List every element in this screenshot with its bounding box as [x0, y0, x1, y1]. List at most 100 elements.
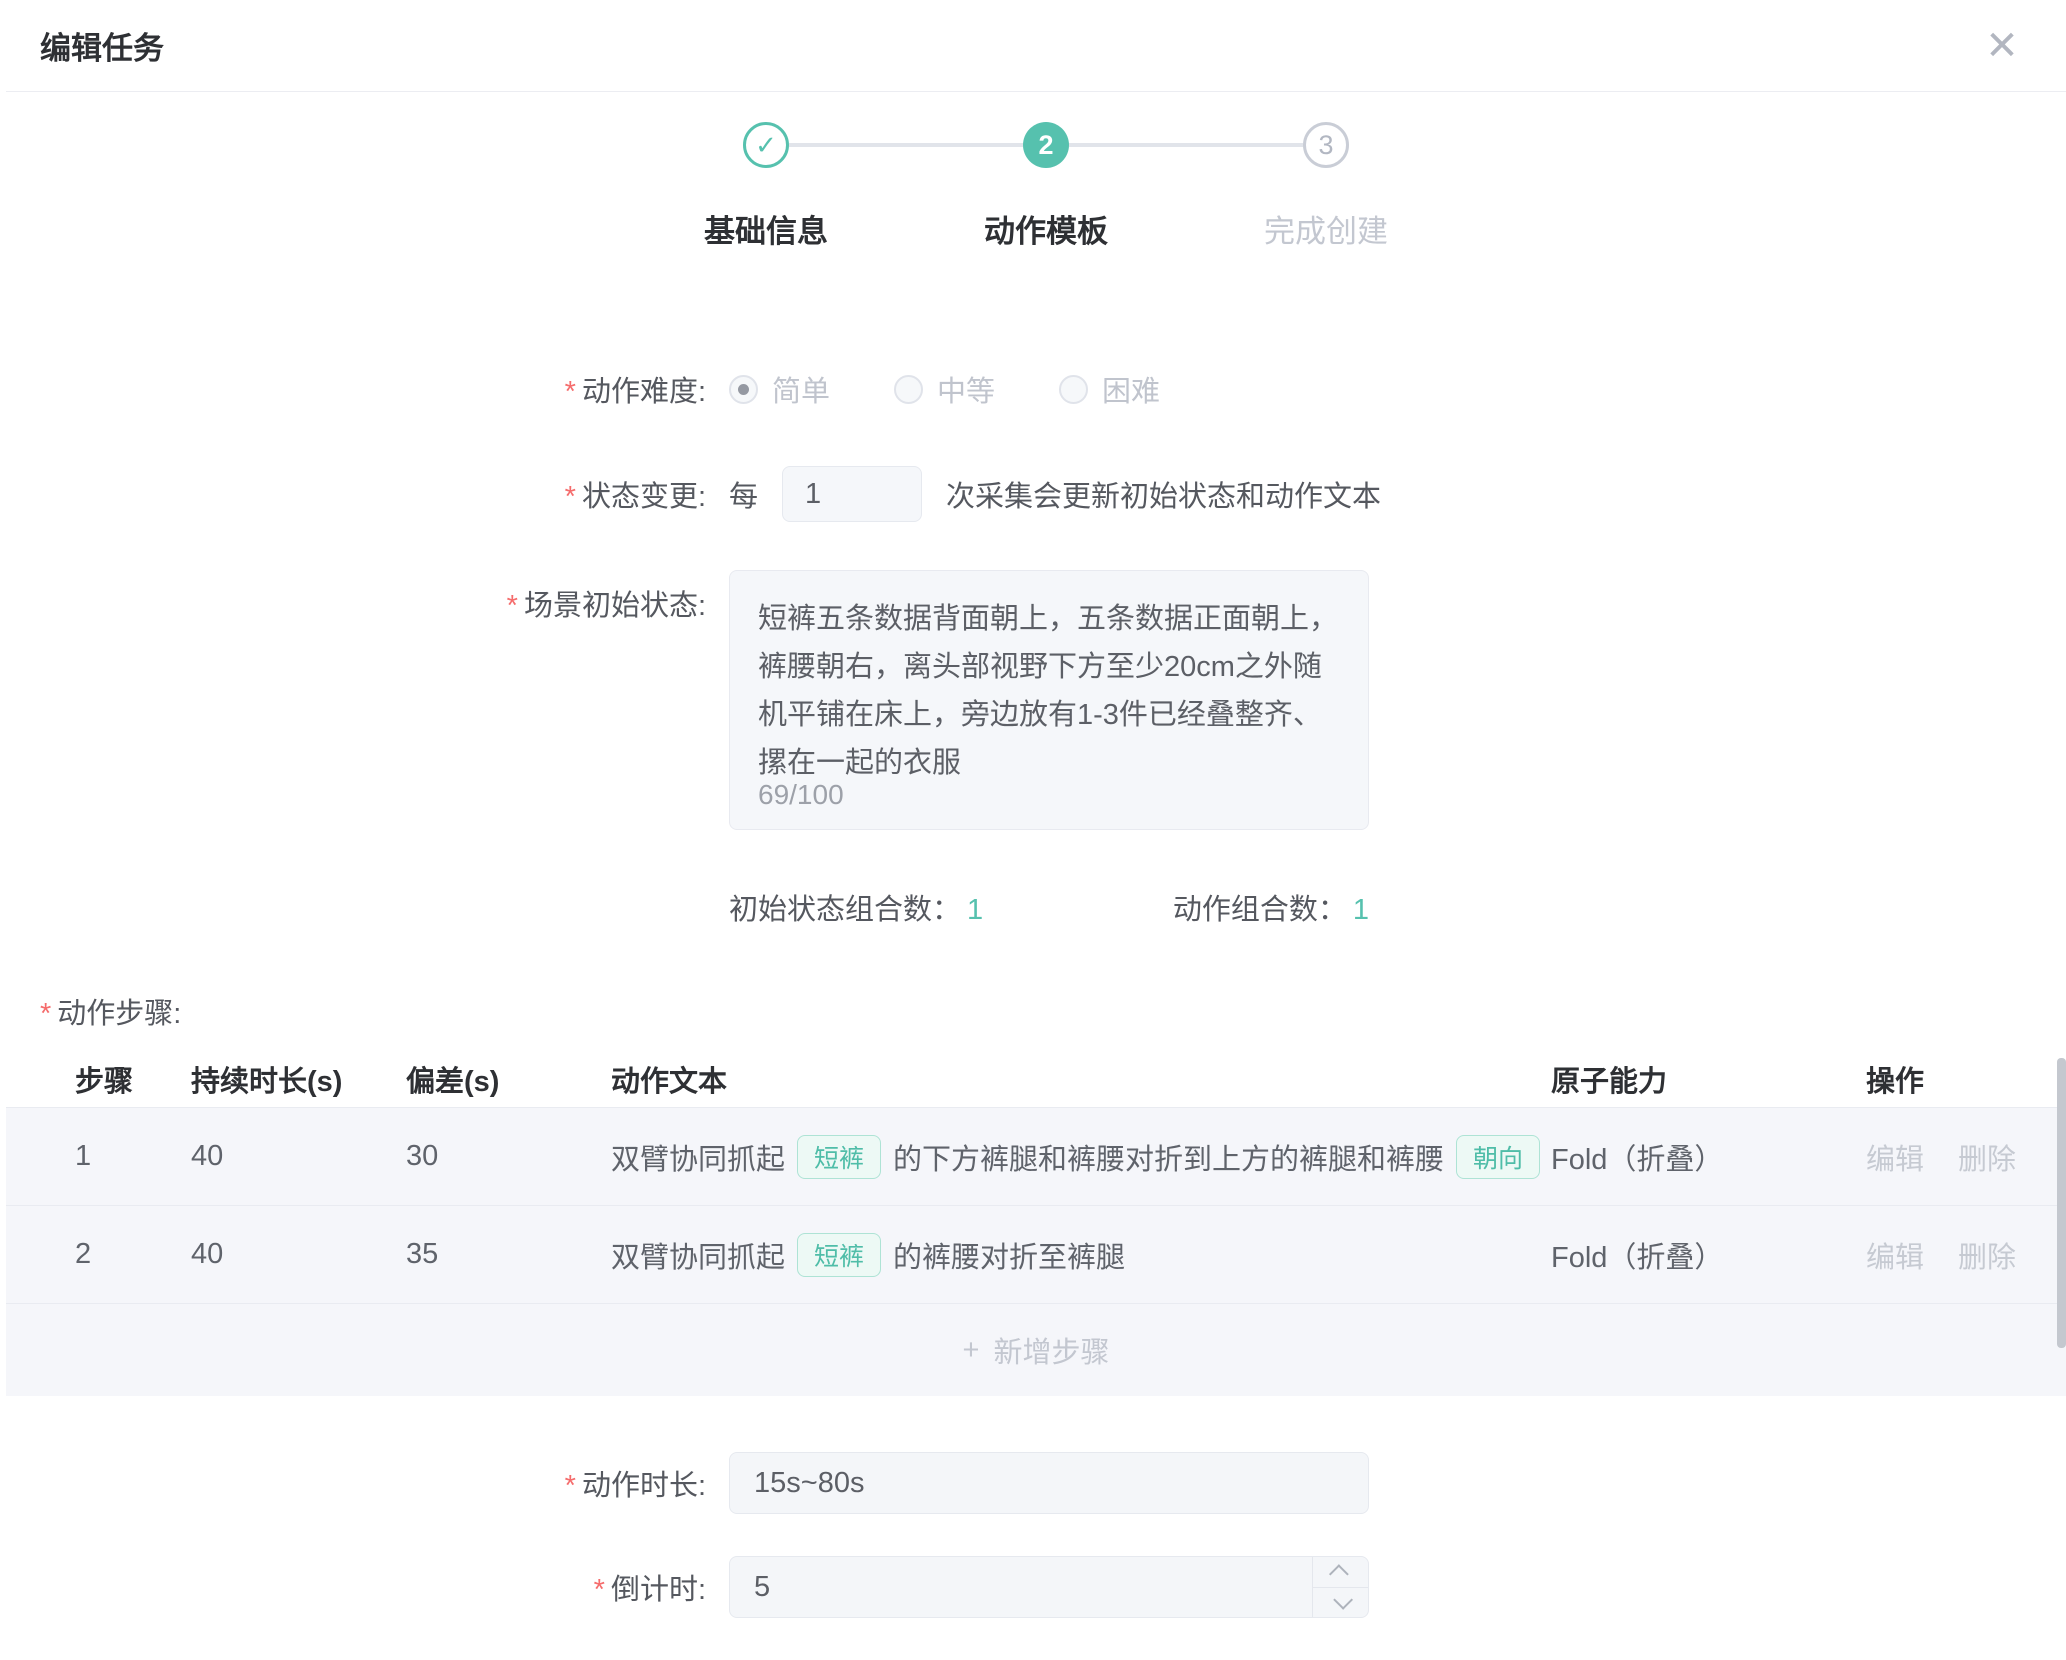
radio-label: 中等 [937, 368, 995, 410]
action-steps-section-label: *动作步骤: [40, 990, 2066, 1032]
action-text: 双臂协同抓起 [611, 1234, 785, 1276]
step-2-number: 2 [1038, 130, 1053, 161]
cell-duration: 40 [191, 1140, 406, 1173]
step-3-number: 3 [1318, 130, 1333, 161]
cell-deviation: 30 [406, 1140, 611, 1173]
table-row: 2 40 35 双臂协同抓起短裤的裤腰对折至裤腿 Fold（折叠） 编辑 删除 [6, 1206, 2066, 1304]
action-duration-row: *动作时长: 15s~80s [6, 1452, 2066, 1514]
arrow-down-icon [1333, 1590, 1353, 1610]
cell-ability: Fold（折叠） [1551, 1234, 1866, 1276]
countdown-row: *倒计时: 5 [6, 1556, 2066, 1618]
cell-step: 2 [61, 1238, 191, 1271]
table-header-row: 步骤 持续时长(s) 偏差(s) 动作文本 原子能力 操作 [6, 1050, 2066, 1108]
required-asterisk: * [40, 998, 51, 1030]
state-change-input[interactable]: 1 [782, 466, 922, 522]
dialog-header: 编辑任务 ✕ [6, 0, 2066, 92]
cell-deviation: 35 [406, 1238, 611, 1271]
radio-option-medium[interactable]: 中等 [894, 368, 995, 410]
difficulty-label: *动作难度: [6, 368, 706, 410]
action-text: 双臂协同抓起 [611, 1136, 785, 1178]
combo-counts-row: 初始状态组合数：1 动作组合数：1 [6, 886, 2066, 928]
action-duration-value: 15s~80s [754, 1467, 864, 1500]
required-asterisk: * [565, 1470, 576, 1502]
initial-combos-value: 1 [967, 894, 983, 926]
step-2-label: 动作模板 [906, 206, 1186, 251]
delete-link[interactable]: 删除 [1958, 1136, 2016, 1178]
arrow-up-icon [1328, 1564, 1348, 1584]
state-change-suffix: 次采集会更新初始状态和动作文本 [946, 473, 1381, 515]
state-change-row: *状态变更: 每 1 次采集会更新初始状态和动作文本 [6, 466, 2066, 522]
add-step-button[interactable]: + 新增步骤 [963, 1329, 1110, 1371]
edit-task-dialog: 编辑任务 ✕ ✓ 2 3 基础信息 动作模板 完成创建 *动作难度: [0, 0, 2066, 1660]
cell-duration: 40 [191, 1238, 406, 1271]
keyword-tag: 短裤 [797, 1135, 881, 1179]
step-connector [1069, 143, 1303, 147]
radio-icon [1059, 375, 1088, 404]
radio-icon [894, 375, 923, 404]
check-icon: ✓ [755, 130, 777, 161]
initial-state-textarea[interactable]: 短裤五条数据背面朝上，五条数据正面朝上，裤腰朝右，离头部视野下方至少20cm之外… [729, 570, 1369, 830]
step-3-circle[interactable]: 3 [1303, 122, 1349, 168]
required-asterisk: * [565, 376, 576, 408]
step-2-circle[interactable]: 2 [1023, 122, 1069, 168]
dialog-title: 编辑任务 [40, 23, 164, 68]
delete-link[interactable]: 删除 [1958, 1234, 2016, 1276]
required-asterisk: * [594, 1574, 605, 1606]
countdown-input[interactable]: 5 [729, 1556, 1369, 1618]
wizard-stepper: ✓ 2 3 基础信息 动作模板 完成创建 [6, 122, 2066, 274]
cell-ability: Fold（折叠） [1551, 1136, 1866, 1178]
action-text: 的下方裤腿和裤腰对折到上方的裤腿和裤腰 [893, 1136, 1444, 1178]
radio-option-hard[interactable]: 困难 [1059, 368, 1160, 410]
decrease-button[interactable] [1313, 1588, 1368, 1618]
action-duration-label: *动作时长: [6, 1462, 706, 1504]
state-change-label: *状态变更: [6, 473, 706, 515]
char-counter: 69/100 [758, 779, 844, 811]
plus-icon: + [963, 1334, 980, 1367]
cell-operations: 编辑 删除 [1866, 1234, 2066, 1276]
scrollbar-thumb[interactable] [2057, 1058, 2066, 1348]
action-combos-value: 1 [1353, 894, 1369, 926]
col-header-step: 步骤 [61, 1058, 191, 1100]
radio-label: 简单 [772, 368, 830, 410]
action-combos: 动作组合数：1 [1173, 886, 1369, 928]
add-step-band: + 新增步骤 [6, 1304, 2066, 1396]
step-connector [789, 143, 1023, 147]
keyword-tag: 朝向 [1456, 1135, 1540, 1179]
cell-action-text: 双臂协同抓起短裤的裤腰对折至裤腿 [611, 1233, 1551, 1277]
cell-step: 1 [61, 1140, 191, 1173]
keyword-tag: 短裤 [797, 1233, 881, 1277]
col-header-duration: 持续时长(s) [191, 1058, 406, 1100]
radio-icon [729, 375, 758, 404]
radio-option-easy[interactable]: 简单 [729, 368, 830, 410]
edit-link[interactable]: 编辑 [1866, 1234, 1924, 1276]
col-header-ability: 原子能力 [1551, 1058, 1866, 1100]
initial-state-row: *场景初始状态: 短裤五条数据背面朝上，五条数据正面朝上，裤腰朝右，离头部视野下… [6, 570, 2066, 830]
radio-label: 困难 [1102, 368, 1160, 410]
increase-button[interactable] [1313, 1557, 1368, 1588]
initial-state-label: *场景初始状态: [6, 582, 706, 624]
initial-state-text: 短裤五条数据背面朝上，五条数据正面朝上，裤腰朝右，离头部视野下方至少20cm之外… [758, 595, 1340, 787]
step-3-label: 完成创建 [1186, 206, 1466, 251]
state-change-prefix: 每 [729, 473, 758, 515]
action-duration-input[interactable]: 15s~80s [729, 1452, 1369, 1514]
col-header-action-text: 动作文本 [611, 1058, 1551, 1100]
action-steps-table: 步骤 持续时长(s) 偏差(s) 动作文本 原子能力 操作 1 40 30 双臂… [6, 1050, 2066, 1396]
step-1-label: 基础信息 [626, 206, 906, 251]
required-asterisk: * [507, 590, 518, 622]
countdown-value: 5 [754, 1571, 770, 1604]
initial-combos: 初始状态组合数：1 [729, 886, 983, 928]
difficulty-radio-group: 简单 中等 困难 [729, 368, 1224, 410]
col-header-deviation: 偏差(s) [406, 1058, 611, 1100]
close-icon[interactable]: ✕ [1978, 22, 2026, 70]
table-row: 1 40 30 双臂协同抓起短裤的下方裤腿和裤腰对折到上方的裤腿和裤腰朝向 Fo… [6, 1108, 2066, 1206]
difficulty-row: *动作难度: 简单 中等 困难 [6, 362, 2066, 416]
required-asterisk: * [565, 481, 576, 513]
number-spinner [1312, 1557, 1368, 1617]
edit-link[interactable]: 编辑 [1866, 1136, 1924, 1178]
cell-action-text: 双臂协同抓起短裤的下方裤腿和裤腰对折到上方的裤腿和裤腰朝向 [611, 1135, 1551, 1179]
step-1-circle[interactable]: ✓ [743, 122, 789, 168]
countdown-label: *倒计时: [6, 1566, 706, 1608]
cell-operations: 编辑 删除 [1866, 1136, 2066, 1178]
add-step-label: 新增步骤 [993, 1329, 1109, 1371]
col-header-operations: 操作 [1866, 1058, 2066, 1100]
